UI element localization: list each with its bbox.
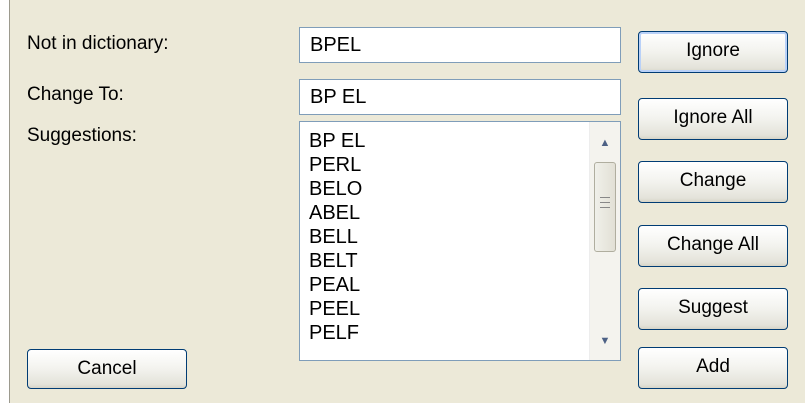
suggest-button[interactable]: Suggest xyxy=(638,288,788,330)
spell-check-dialog: Not in dictionary: BPEL Change To: BP EL… xyxy=(9,0,805,403)
suggestion-item[interactable]: BELT xyxy=(300,249,590,273)
ignore-all-button[interactable]: Ignore All xyxy=(638,98,788,140)
suggestion-item[interactable]: ABEL xyxy=(300,201,590,225)
not-in-dictionary-field[interactable]: BPEL xyxy=(299,27,621,63)
ignore-button[interactable]: Ignore xyxy=(638,31,788,73)
change-all-button[interactable]: Change All xyxy=(638,225,788,267)
scroll-grip-icon xyxy=(600,197,610,212)
suggestions-label: Suggestions: xyxy=(27,125,137,146)
suggestions-scrollbar[interactable]: ▲ ▼ xyxy=(589,122,620,360)
change-to-label: Change To: xyxy=(27,84,124,105)
scroll-thumb[interactable] xyxy=(594,162,616,252)
suggestion-item[interactable]: BP EL xyxy=(300,129,590,153)
scroll-down-arrow-icon[interactable]: ▼ xyxy=(590,326,620,356)
add-button[interactable]: Add xyxy=(638,347,788,389)
not-in-dictionary-label: Not in dictionary: xyxy=(27,33,169,54)
suggestion-item[interactable]: BELL xyxy=(300,225,590,249)
suggestions-list[interactable]: BP EL PERL BELO ABEL BELL BELT PEAL PEEL PELF ▲ … xyxy=(299,121,621,361)
change-button[interactable]: Change xyxy=(638,161,788,203)
change-to-field[interactable]: BP EL xyxy=(299,79,621,115)
suggestion-item[interactable]: PELF xyxy=(300,321,590,345)
scroll-up-arrow-icon[interactable]: ▲ xyxy=(590,128,620,158)
suggestions-items: BP EL PERL BELO ABEL BELL BELT PEAL PEEL PELF xyxy=(300,129,590,345)
suggestion-item[interactable]: PERL xyxy=(300,153,590,177)
suggestion-item[interactable]: BELO xyxy=(300,177,590,201)
suggestion-item[interactable]: PEAL xyxy=(300,273,590,297)
suggestion-item[interactable]: PEEL xyxy=(300,297,590,321)
cancel-button[interactable]: Cancel xyxy=(27,349,187,389)
